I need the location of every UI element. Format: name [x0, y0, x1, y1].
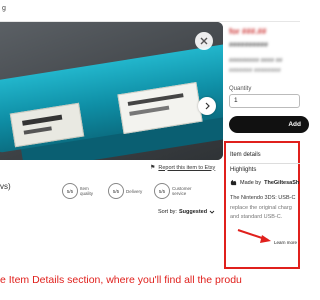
top-bar: g	[0, 0, 300, 22]
add-to-basket-button[interactable]: Add	[229, 116, 309, 133]
rating-label: Delivery	[126, 188, 143, 194]
rating-customer-service: 5/5 Customer service	[154, 183, 194, 199]
description-line-2: replace the original charg	[230, 205, 292, 211]
sort-dropdown[interactable]: Sort by: Suggested	[158, 209, 215, 215]
reviews-count: vs)	[0, 182, 11, 191]
description-line-1: The Nintendo 3DS: USB-C	[230, 195, 296, 201]
item-details-title[interactable]: Item details	[230, 152, 261, 158]
divider	[230, 163, 300, 164]
sort-value: Suggested	[178, 209, 208, 215]
made-by-row: Made by TheGiltesaSh	[230, 179, 299, 186]
learn-more-link[interactable]: Learn more	[274, 240, 297, 245]
ratings-row: 5/5 Item quality 5/5 Delivery 5/5 Custom…	[62, 183, 194, 199]
rating-delivery: 5/5 Delivery	[108, 183, 148, 199]
rating-item-quality: 5/5 Item quality	[62, 183, 102, 199]
product-subtitle: ######### #### ##	[229, 58, 283, 64]
rating-score: 5/5	[108, 183, 124, 199]
report-item-link[interactable]: ⚑ Report this item to Etsy	[150, 164, 216, 172]
next-image-button[interactable]	[198, 97, 216, 115]
rating-label: Customer service	[172, 186, 192, 196]
description-line-3: and standard USB-C.	[230, 214, 283, 220]
chevron-right-icon	[205, 102, 210, 110]
top-bar-text: g	[2, 5, 6, 12]
product-price: for ###.##	[229, 27, 267, 36]
hand-icon	[230, 179, 237, 186]
rating-label: Item quality	[80, 186, 94, 196]
report-item-text: Report this item to Etsy	[158, 164, 216, 171]
flag-icon: ⚑	[150, 165, 156, 171]
red-arrow-icon	[237, 229, 271, 243]
sort-prefix: Sort by:	[158, 209, 177, 215]
chevron-down-icon	[209, 210, 215, 214]
rating-score: 5/5	[154, 183, 170, 199]
quantity-label: Quantity	[229, 86, 252, 92]
shop-name-link[interactable]: TheGiltesaSh	[264, 180, 299, 186]
product-photo[interactable]	[0, 22, 223, 160]
annotation-caption: e Item Details section, where you'll fin…	[0, 274, 242, 286]
highlights-heading: Highlights	[230, 167, 257, 173]
rating-score: 5/5	[62, 183, 78, 199]
made-by-prefix: Made by	[240, 179, 262, 186]
product-subtitle-2: ####### ########	[229, 68, 281, 74]
product-title: ##########	[229, 42, 268, 49]
favorite-button[interactable]	[195, 32, 213, 50]
quantity-select[interactable]: 1	[229, 94, 300, 108]
close-icon	[200, 37, 208, 45]
